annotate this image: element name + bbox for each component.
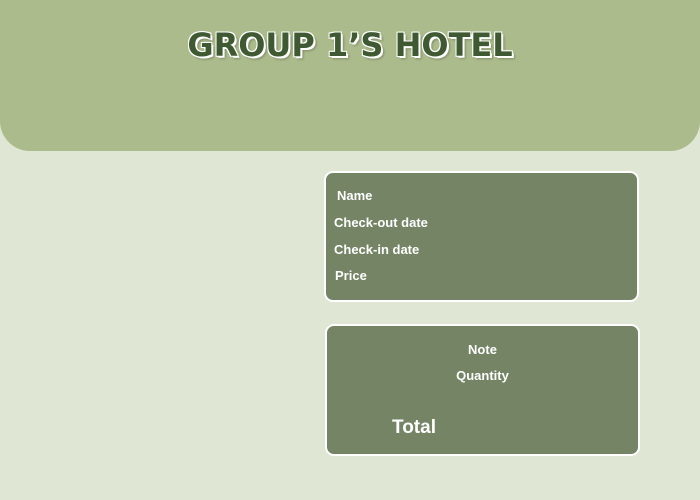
checkin-date-label: Check-in date	[334, 242, 420, 257]
name-label: Name	[337, 188, 373, 203]
quantity-label: Quantity	[456, 368, 509, 383]
checkout-date-label: Check-out date	[334, 215, 428, 230]
hotel-title: GROUP 1’S HOTEL	[187, 26, 513, 65]
booking-details-card: Name Check-out date Check-in date Price	[324, 171, 639, 302]
header-banner: GROUP 1’S HOTEL	[0, 0, 700, 151]
note-label: Note	[468, 342, 497, 357]
total-label: Total	[392, 417, 436, 438]
price-label: Price	[335, 268, 367, 283]
order-summary-card: Note Quantity Total	[325, 324, 640, 456]
